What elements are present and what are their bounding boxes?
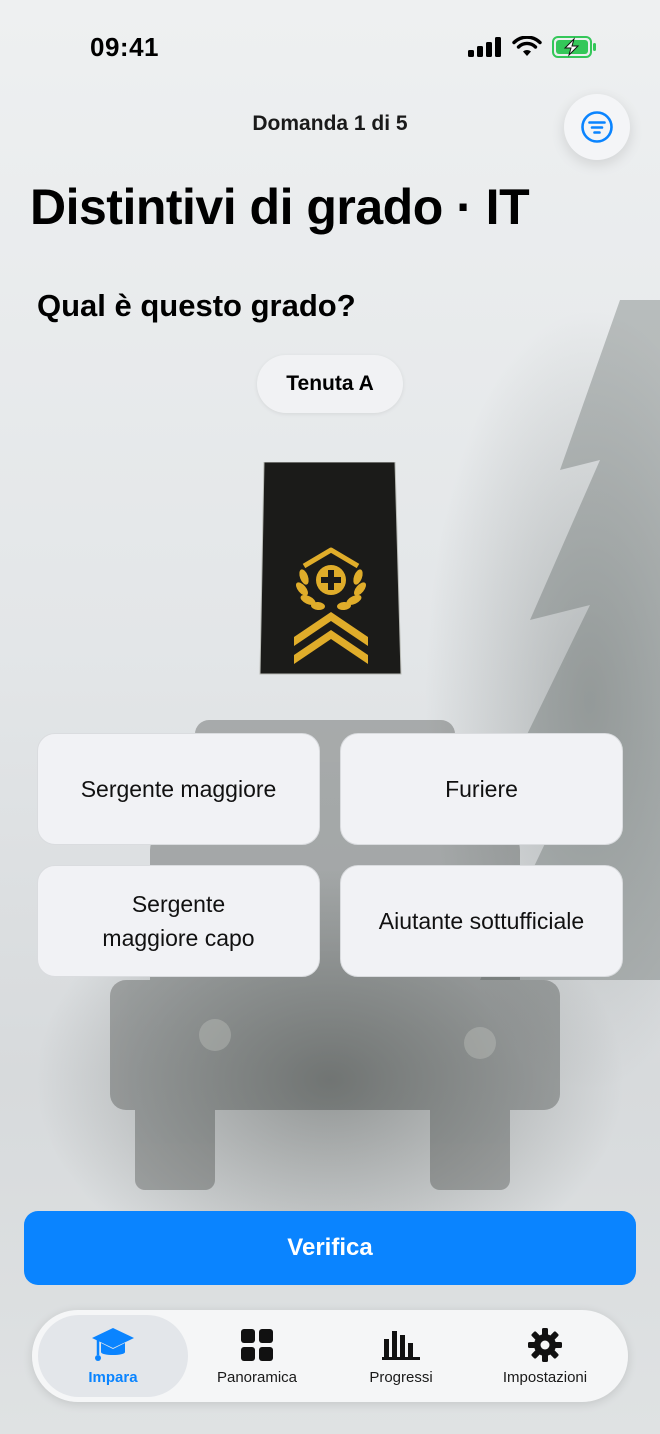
graduation-cap-icon [92,1327,134,1361]
tab-panoramica[interactable]: Panoramica [182,1315,332,1397]
answer-option[interactable]: Sergente maggiore [37,733,320,845]
answer-option[interactable]: Furiere [340,733,623,845]
tab-impara[interactable]: Impara [38,1315,188,1397]
tab-label: Impostazioni [502,1368,588,1386]
grid-icon [241,1328,273,1361]
answer-option[interactable]: Sergente maggiore capo [37,865,320,977]
rank-insignia-image [259,462,402,675]
gear-icon [528,1327,562,1362]
answer-option[interactable]: Aiutante sottufficiale [340,865,623,977]
page-title: Distintivi di grado · IT [30,179,530,235]
tab-bar: Impara Panoramica Progressi Impostazioni [32,1310,628,1402]
bar-chart-icon [382,1330,420,1360]
status-icons [468,36,598,58]
tab-label: Panoramica [216,1368,298,1386]
question-text: Qual è questo grado? [37,288,356,323]
tab-impostazioni[interactable]: Impostazioni [470,1315,620,1397]
tab-label: Impara [88,1368,138,1386]
filter-button[interactable] [564,94,630,160]
battery-charging-icon [552,36,596,58]
tab-progressi[interactable]: Progressi [326,1315,476,1397]
verify-button[interactable]: Verifica [24,1211,636,1285]
filter-icon [581,111,613,143]
cellular-signal-icon [468,37,501,57]
status-time: 09:41 [90,32,159,62]
question-counter: Domanda 1 di 5 [252,112,408,135]
wifi-icon [512,36,542,56]
tab-label: Progressi [369,1368,433,1386]
outfit-pill[interactable]: Tenuta A [257,355,403,413]
